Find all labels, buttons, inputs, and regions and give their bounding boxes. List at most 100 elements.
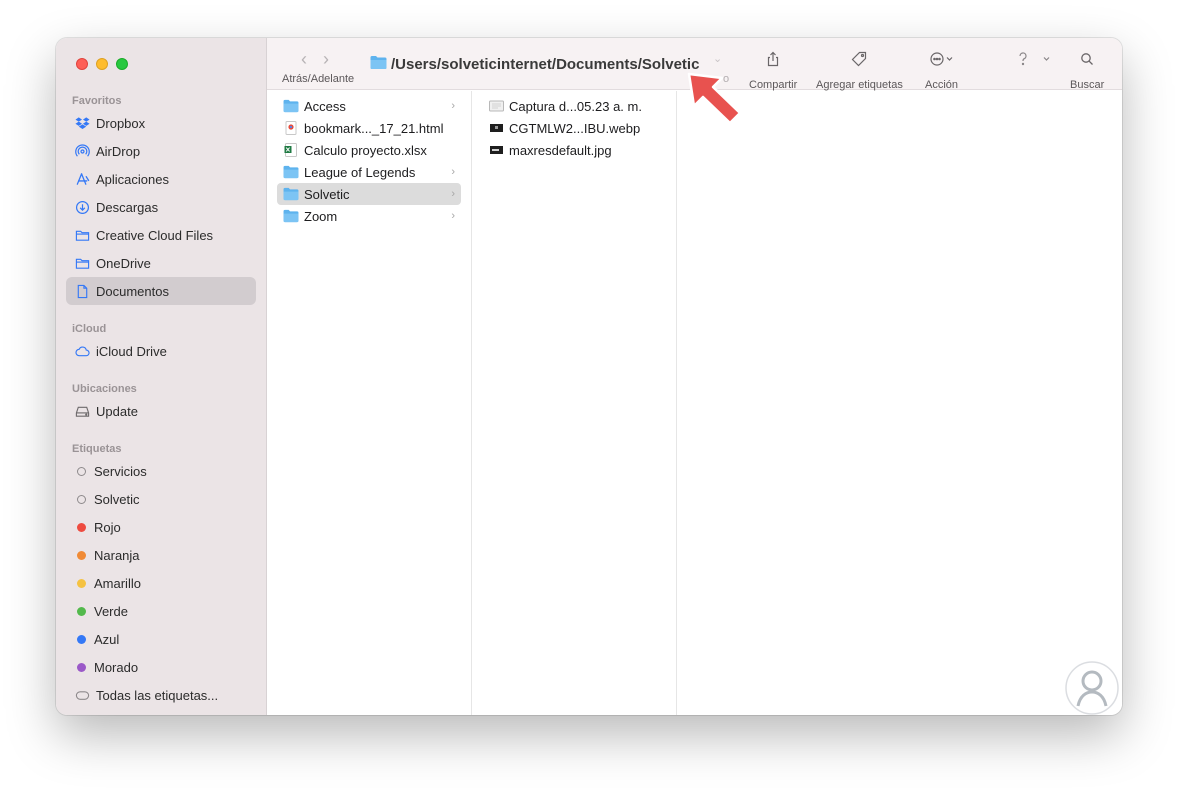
close-button[interactable] (76, 58, 88, 70)
document-icon (74, 283, 90, 299)
zoom-button[interactable] (116, 58, 128, 70)
image-icon (488, 142, 504, 158)
folder-icon (370, 55, 387, 74)
chevron-right-icon: › (451, 188, 455, 200)
list-item-solvetic[interactable]: Solvetic › (277, 183, 461, 205)
sidebar-item-onedrive[interactable]: OneDrive (66, 249, 256, 277)
list-item-cgtmlw2[interactable]: CGTMLW2...IBU.webp (482, 117, 666, 139)
item-label: League of Legends (304, 164, 416, 180)
sidebar-tag-rojo[interactable]: Rojo (66, 513, 256, 541)
share-button[interactable]: Compartir (749, 50, 797, 91)
item-label: bookmark..._17_21.html (304, 120, 444, 136)
minimize-button[interactable] (96, 58, 108, 70)
item-label: Captura d...05.23 a. m. (509, 98, 642, 114)
applications-icon (74, 171, 90, 187)
sidebar-item-label: AirDrop (96, 143, 141, 159)
help-button[interactable] (1015, 50, 1055, 79)
question-mark-icon (1015, 50, 1055, 68)
tag-dot-icon (77, 578, 86, 588)
sidebar-item-label: Update (96, 403, 138, 419)
share-label: Compartir (749, 79, 798, 91)
all-tags-icon (74, 687, 90, 703)
tag-dot-icon (77, 550, 86, 560)
item-label: Zoom (304, 208, 338, 224)
sidebar-item-label: Servicios (94, 463, 147, 479)
sidebar-tag-azul[interactable]: Azul (66, 625, 256, 653)
sidebar-item-dropbox[interactable]: Dropbox (66, 109, 256, 137)
sidebar-item-icloud-drive[interactable]: iCloud Drive (66, 337, 256, 365)
item-label: Calculo proyecto.xlsx (304, 142, 427, 158)
cloud-icon (74, 343, 90, 359)
tag-dot-icon (77, 634, 86, 644)
sidebar-item-label: OneDrive (96, 255, 151, 271)
sidebar-item-creative-cloud-files[interactable]: Creative Cloud Files (66, 221, 256, 249)
chevron-left-icon[interactable]: ‹ (301, 50, 307, 68)
item-label: Solvetic (304, 186, 350, 202)
sidebar-tag-amarillo[interactable]: Amarillo (66, 569, 256, 597)
folder-icon (74, 255, 90, 271)
browser-column-1: Access › bookmark..._17_21.html Calculo … (267, 91, 472, 715)
folder-icon (283, 208, 299, 224)
sidebar-item-label: Creative Cloud Files (96, 227, 214, 243)
list-item-league-of-legends[interactable]: League of Legends › (277, 161, 461, 183)
image-icon (488, 120, 504, 136)
tag-dot-icon (77, 606, 86, 616)
list-item-access[interactable]: Access › (277, 95, 461, 117)
sidebar-tag-morado[interactable]: Morado (66, 653, 256, 681)
chevron-right-icon: › (451, 100, 455, 112)
sidebar-item-update[interactable]: Update (66, 397, 256, 425)
sidebar-item-label: iCloud Drive (96, 343, 167, 359)
download-icon (74, 199, 90, 215)
tag-dot-icon (77, 466, 86, 476)
sidebar-item-label: Verde (94, 603, 128, 619)
sidebar-item-label: Solvetic (94, 491, 140, 507)
sidebar-item-label: Amarillo (94, 575, 141, 591)
search-button[interactable]: Buscar (1070, 50, 1104, 91)
action-button[interactable]: Acción (925, 50, 958, 91)
excel-icon (283, 142, 299, 158)
list-item-zoom[interactable]: Zoom › (277, 205, 461, 227)
list-item-maxresdefault[interactable]: maxresdefault.jpg (482, 139, 666, 161)
chevron-right-icon: › (451, 210, 455, 222)
list-item-calculo[interactable]: Calculo proyecto.xlsx (277, 139, 461, 161)
sidebar-tag-naranja[interactable]: Naranja (66, 541, 256, 569)
sidebar-tag-solvetic[interactable]: Solvetic (66, 485, 256, 513)
chevron-right-icon: › (451, 166, 455, 178)
sidebar-item-label: Descargas (96, 199, 159, 215)
browser-column-2: Captura d...05.23 a. m. CGTMLW2...IBU.we… (472, 91, 677, 715)
sidebar-tag-servicios[interactable]: Servicios (66, 457, 256, 485)
list-item-captura[interactable]: Captura d...05.23 a. m. (482, 95, 666, 117)
folder-icon (283, 98, 299, 114)
sidebar: Favoritos Dropbox AirDrop Aplicaciones D… (56, 38, 267, 715)
sidebar-item-label: Aplicaciones (96, 171, 169, 187)
folder-icon (74, 227, 90, 243)
sidebar-item-label: Documentos (96, 283, 169, 299)
sidebar-item-label: Azul (94, 631, 120, 647)
tag-dot-icon (77, 522, 86, 532)
add-tags-button[interactable]: Agregar etiquetas (816, 50, 903, 91)
tag-dot-icon (77, 494, 86, 504)
sidebar-item-documentos[interactable]: Documentos (66, 277, 256, 305)
window-controls (76, 58, 128, 70)
screenshot-icon (488, 98, 504, 114)
sidebar-tag-verde[interactable]: Verde (66, 597, 256, 625)
sidebar-item-airdrop[interactable]: AirDrop (66, 137, 256, 165)
sidebar-item-label: Rojo (94, 519, 121, 535)
finder-window: Favoritos Dropbox AirDrop Aplicaciones D… (56, 38, 1122, 715)
item-label: maxresdefault.jpg (509, 142, 612, 158)
path-title-text: /Users/solveticinternet/Documents/Solvet… (391, 56, 700, 73)
sidebar-item-all-tags[interactable]: Todas las etiquetas... (66, 681, 256, 709)
sidebar-item-aplicaciones[interactable]: Aplicaciones (66, 165, 256, 193)
locations-section-title: Ubicaciones (72, 383, 137, 395)
action-label: Acción (925, 79, 959, 91)
chrome-html-icon (283, 120, 299, 136)
drive-icon (74, 403, 90, 419)
airdrop-icon (74, 143, 90, 159)
icloud-section-title: iCloud (72, 323, 107, 335)
item-label: CGTMLW2...IBU.webp (509, 120, 641, 136)
chevron-right-icon[interactable]: › (323, 50, 329, 68)
search-label: Buscar (1070, 79, 1105, 91)
sidebar-item-descargas[interactable]: Descargas (66, 193, 256, 221)
chevron-down-icon[interactable]: ⌄ (713, 52, 722, 65)
list-item-bookmark[interactable]: bookmark..._17_21.html (277, 117, 461, 139)
